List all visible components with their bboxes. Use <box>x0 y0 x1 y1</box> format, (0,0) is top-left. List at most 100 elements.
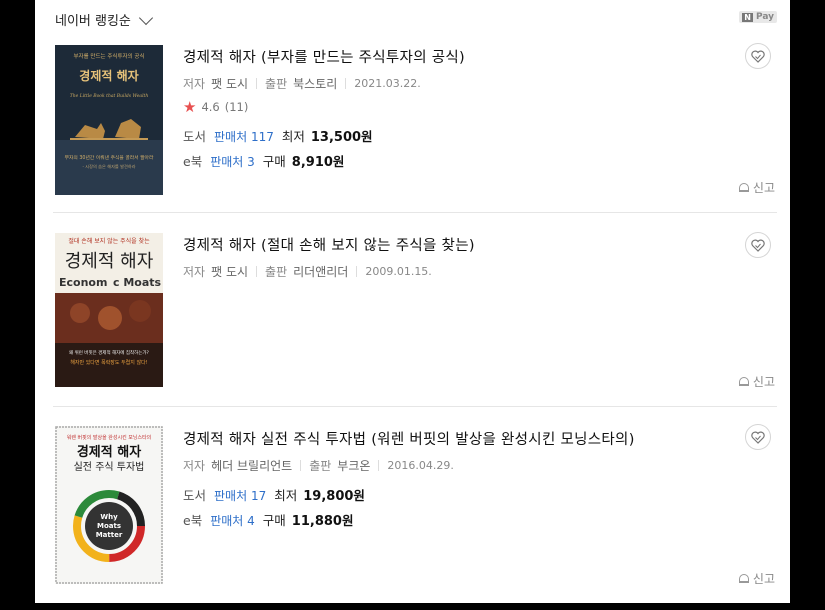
rating-score: 4.6 <box>201 100 220 114</box>
buy-kind: 도서 <box>183 129 207 144</box>
book-item: 절대 손해 보지 않는 주식을 찾는 경제적 해자 Econom c Moats… <box>53 232 777 393</box>
cover-top-text: 부자를 만드는 주식투자의 공식 <box>73 52 144 60</box>
siren-icon <box>738 574 749 583</box>
item-divider <box>53 406 777 407</box>
chevron-down-icon <box>138 10 153 25</box>
cover-sub: - 시장의 숨은 해자를 발견하라 <box>82 163 135 170</box>
npay-n: N <box>742 12 753 22</box>
cover-ring-1: Why <box>100 513 118 521</box>
price-unit: 원 <box>361 129 373 144</box>
buy-kind: 도서 <box>183 488 207 503</box>
price-value: 11,880 <box>291 514 342 529</box>
seller-link[interactable]: 판매처 4 <box>210 512 255 529</box>
cover-eng-2: c Moats <box>113 276 162 289</box>
wishlist-heart-button[interactable] <box>745 232 771 258</box>
price-unit: 원 <box>353 488 365 503</box>
report-button[interactable]: 신고 <box>738 179 775 196</box>
price-value: 19,800 <box>303 489 354 504</box>
cover-eng: The Little Book that Builds Wealth <box>70 93 149 99</box>
book-cover-art: 절대 손해 보지 않는 주식을 찾는 경제적 해자 Econom c Moats… <box>55 233 163 387</box>
cover-ring-2: Moats <box>97 522 121 530</box>
book-meta: 저자 팻 도시 출판 리더앤리더 2009.01.15. <box>183 263 432 280</box>
report-label: 신고 <box>752 572 775 586</box>
wishlist-heart-button[interactable] <box>745 43 771 69</box>
heart-icon <box>751 431 765 444</box>
book-meta: 저자 팻 도시 출판 북스토리 2021.03.22. <box>183 75 421 92</box>
search-results-panel: 네이버 랭킹순 N Pay 부자를 만드는 주식투자의 공식 경제적 해자 Th… <box>35 0 790 603</box>
price-unit: 원 <box>332 154 345 169</box>
sort-label: 네이버 랭킹순 <box>55 14 131 29</box>
divider <box>378 460 380 471</box>
book-item: 워렌 버핏의 발상을 완성시킨 모닝스타의 경제적 해자 실전 주식 투자법 W… <box>53 424 777 587</box>
cover-title-2: 실전 주식 투자법 <box>74 461 145 473</box>
wishlist-heart-button[interactable] <box>745 424 771 450</box>
divider <box>345 78 347 89</box>
rating[interactable]: ★ 4.6 (11) <box>183 98 248 116</box>
book-cover-art: 워렌 버핏의 발상을 완성시킨 모닝스타의 경제적 해자 실전 주식 투자법 W… <box>55 426 163 584</box>
book-cover[interactable]: 절대 손해 보지 않는 주식을 찾는 경제적 해자 Econom c Moats… <box>55 233 163 387</box>
heart-icon <box>751 239 765 252</box>
divider <box>256 266 258 277</box>
cover-top-text: 절대 손해 보지 않는 주식을 찾는 <box>68 237 150 245</box>
cover-band-2: 해자만 있다면 폭락장도 두렵지 않다! <box>70 359 147 366</box>
cover-band-1: 왜 위런 버핏은 경제적 해자에 집착하는가? <box>69 349 150 356</box>
book-cover-art: 부자를 만드는 주식투자의 공식 경제적 해자 The Little Book … <box>55 45 163 195</box>
price-label: 최저 <box>274 488 298 503</box>
publisher-label: 출판 <box>309 459 332 473</box>
npay-badge[interactable]: N Pay <box>739 11 777 23</box>
publisher-name[interactable]: 리더앤리더 <box>293 263 348 280</box>
buy-row-book: 도서 판매처 117 최저 13,500 원 <box>183 126 373 145</box>
seller-link[interactable]: 판매처 117 <box>214 128 274 145</box>
cover-mid: 부자의 30년간 이뤄낸 주식을 골라서 팔아라 <box>65 154 154 161</box>
cover-title: 경제적 해자 <box>79 68 138 83</box>
rating-count: (11) <box>224 100 249 114</box>
npay-label: Pay <box>755 12 774 22</box>
seller-link[interactable]: 판매처 3 <box>210 153 255 170</box>
heart-icon <box>751 50 765 63</box>
publisher-name[interactable]: 북스토리 <box>293 75 337 92</box>
price-label: 구매 <box>262 513 286 528</box>
book-cover[interactable]: 부자를 만드는 주식투자의 공식 경제적 해자 The Little Book … <box>55 45 163 195</box>
price-value: 13,500 <box>310 130 362 145</box>
publish-date: 2009.01.15. <box>365 265 432 278</box>
sort-dropdown[interactable]: 네이버 랭킹순 <box>55 10 153 29</box>
seller-link[interactable]: 판매처 17 <box>214 487 266 504</box>
divider <box>300 460 302 471</box>
price-label: 최저 <box>281 129 305 144</box>
report-button[interactable]: 신고 <box>738 373 775 390</box>
publisher-name[interactable]: 부크온 <box>337 457 370 474</box>
author-name[interactable]: 팻 도시 <box>211 263 248 280</box>
buy-kind: e북 <box>183 513 203 528</box>
results-header: 네이버 랭킹순 N Pay <box>53 8 777 30</box>
price-label: 구매 <box>262 154 286 169</box>
publish-date: 2016.04.29. <box>387 459 454 472</box>
item-divider <box>53 212 777 213</box>
publisher-label: 출판 <box>265 265 288 279</box>
divider <box>356 266 358 277</box>
book-title[interactable]: 경제적 해자 (절대 손해 보지 않는 주식을 찾는) <box>183 234 475 255</box>
cover-eng-1: Econom <box>59 276 107 289</box>
book-cover[interactable]: 워렌 버핏의 발상을 완성시킨 모닝스타의 경제적 해자 실전 주식 투자법 W… <box>55 426 163 584</box>
author-name[interactable]: 팻 도시 <box>211 75 248 92</box>
divider <box>256 78 258 89</box>
price-unit: 원 <box>341 513 354 528</box>
siren-icon <box>738 377 749 386</box>
author-name[interactable]: 헤더 브릴리언트 <box>211 457 292 474</box>
star-icon: ★ <box>183 98 197 116</box>
buy-row-ebook: e북 판매처 4 구매 11,880 원 <box>183 510 353 529</box>
book-item: 부자를 만드는 주식투자의 공식 경제적 해자 The Little Book … <box>53 43 777 205</box>
book-title[interactable]: 경제적 해자 실전 주식 투자법 (워렌 버핏의 발상을 완성시킨 모닝스타의) <box>183 428 635 449</box>
cover-ring-3: Matter <box>96 531 123 539</box>
author-label: 저자 <box>183 77 206 91</box>
book-meta: 저자 헤더 브릴리언트 출판 부크온 2016.04.29. <box>183 457 454 474</box>
book-title[interactable]: 경제적 해자 (부자를 만드는 주식투자의 공식) <box>183 46 465 67</box>
cover-title: 경제적 해자 <box>65 251 154 272</box>
author-label: 저자 <box>183 459 206 473</box>
author-label: 저자 <box>183 265 206 279</box>
cover-top-text: 워렌 버핏의 발상을 완성시킨 모닝스타의 <box>67 434 152 441</box>
report-button[interactable]: 신고 <box>738 570 775 587</box>
publish-date: 2021.03.22. <box>354 77 421 90</box>
report-label: 신고 <box>752 181 775 195</box>
price-value: 8,910 <box>291 155 333 170</box>
buy-kind: e북 <box>183 154 203 169</box>
